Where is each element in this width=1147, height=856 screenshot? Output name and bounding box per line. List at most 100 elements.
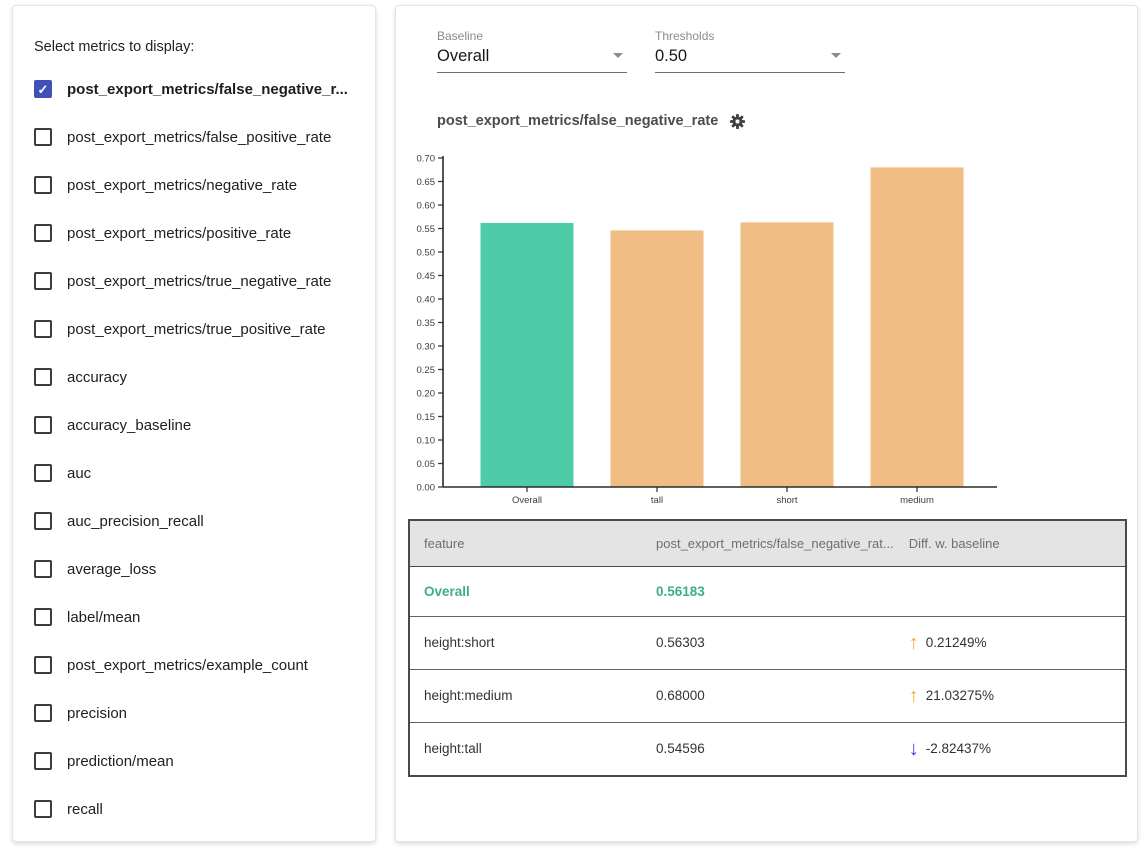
- diff-cell: ↑0.21249%: [895, 616, 1126, 669]
- y-axis-tick-label: 0.50: [417, 248, 436, 259]
- metrics-list: ✓ post_export_metrics/false_negative_r...…: [13, 65, 375, 833]
- metric-item-prediction-mean[interactable]: prediction/mean: [13, 737, 375, 785]
- metric-value-cell: 0.56183: [642, 566, 895, 616]
- checkbox-unchecked-icon[interactable]: [34, 800, 52, 818]
- metric-item-post-export-metrics-true-negative-rate[interactable]: post_export_metrics/true_negative_rate: [13, 257, 375, 305]
- checkbox-unchecked-icon[interactable]: [34, 512, 52, 530]
- baseline-dropdown[interactable]: Baseline Overall: [437, 29, 627, 73]
- baseline-value[interactable]: Overall: [437, 47, 489, 66]
- checkbox-unchecked-icon[interactable]: [34, 176, 52, 194]
- diff-value: 21.03275%: [926, 688, 994, 703]
- checkbox-unchecked-icon[interactable]: [34, 416, 52, 434]
- metric-item-label: post_export_metrics/true_positive_rate: [67, 321, 325, 338]
- metric-item-label: auc: [67, 465, 91, 482]
- metric-item-label: post_export_metrics/example_count: [67, 657, 308, 674]
- bar-medium[interactable]: [871, 167, 964, 487]
- checkbox-unchecked-icon[interactable]: [34, 224, 52, 242]
- metric-item-average-loss[interactable]: average_loss: [13, 545, 375, 593]
- metric-item-label: post_export_metrics/negative_rate: [67, 177, 297, 194]
- bar-tall[interactable]: [611, 230, 704, 487]
- metric-selector-title: Select metrics to display:: [34, 39, 375, 55]
- feature-cell: height:medium: [409, 669, 642, 722]
- feature-cell: Overall: [409, 566, 642, 616]
- metric-item-precision[interactable]: precision: [13, 689, 375, 737]
- metric-item-label: average_loss: [67, 561, 156, 578]
- y-axis-tick-label: 0.05: [417, 459, 436, 470]
- metric-item-post-export-metrics-example-count[interactable]: post_export_metrics/example_count: [13, 641, 375, 689]
- y-axis-tick-label: 0.70: [417, 154, 436, 165]
- table-row-height-tall: height:tall0.54596↓-2.82437%: [409, 722, 1126, 776]
- x-axis-tick-label: short: [776, 495, 797, 504]
- y-axis-tick-label: 0.55: [417, 224, 436, 235]
- chevron-down-icon[interactable]: [831, 53, 841, 58]
- metric-item-post-export-metrics-true-positive-rate[interactable]: post_export_metrics/true_positive_rate: [13, 305, 375, 353]
- checkbox-checked-icon[interactable]: ✓: [34, 80, 52, 98]
- chart-title: post_export_metrics/false_negative_rate: [437, 113, 718, 129]
- metric-item-label: post_export_metrics/false_positive_rate: [67, 129, 331, 146]
- x-axis-tick-label: medium: [900, 495, 934, 504]
- controls-row: Baseline Overall Thresholds 0.50: [437, 29, 1137, 73]
- checkbox-unchecked-icon[interactable]: [34, 128, 52, 146]
- metric-item-accuracy[interactable]: accuracy: [13, 353, 375, 401]
- metric-item-post-export-metrics-false-positive-rate[interactable]: post_export_metrics/false_positive_rate: [13, 113, 375, 161]
- bar-overall[interactable]: [481, 223, 574, 487]
- up-arrow-icon: ↑: [909, 686, 919, 706]
- thresholds-dropdown[interactable]: Thresholds 0.50: [655, 29, 845, 73]
- metric-value-cell: 0.54596: [642, 722, 895, 776]
- metric-item-post-export-metrics-false-negative-r[interactable]: ✓ post_export_metrics/false_negative_r...: [13, 65, 375, 113]
- chevron-down-icon[interactable]: [613, 53, 623, 58]
- y-axis-tick-label: 0.65: [417, 177, 436, 188]
- y-axis-tick-label: 0.30: [417, 342, 436, 353]
- column-header-feature: feature: [409, 520, 642, 566]
- checkbox-unchecked-icon[interactable]: [34, 272, 52, 290]
- y-axis-tick-label: 0.60: [417, 201, 436, 212]
- checkbox-unchecked-icon[interactable]: [34, 368, 52, 386]
- checkbox-unchecked-icon[interactable]: [34, 320, 52, 338]
- y-axis-tick-label: 0.25: [417, 365, 436, 376]
- metric-item-post-export-metrics-positive-rate[interactable]: post_export_metrics/positive_rate: [13, 209, 375, 257]
- table-row-height-medium: height:medium0.68000 ↑ 21.03275%: [409, 669, 1126, 722]
- column-header-diff: Diff. w. baseline: [895, 520, 1126, 566]
- bar-short[interactable]: [741, 222, 834, 487]
- checkbox-unchecked-icon[interactable]: [34, 752, 52, 770]
- diff-cell: ↑ 21.03275%: [895, 669, 1126, 722]
- metric-item-label: post_export_metrics/false_negative_r...: [67, 81, 348, 98]
- metric-item-auc-precision-recall[interactable]: auc_precision_recall: [13, 497, 375, 545]
- metric-item-recall[interactable]: recall: [13, 785, 375, 833]
- chart-settings-button[interactable]: [729, 113, 746, 130]
- y-axis-tick-label: 0.15: [417, 412, 436, 423]
- metric-item-auc[interactable]: auc: [13, 449, 375, 497]
- table-row-overall: Overall0.56183: [409, 566, 1126, 616]
- table-header-row: feature post_export_metrics/false_negati…: [409, 520, 1126, 566]
- diff-value: -2.82437%: [926, 741, 991, 756]
- chart-header: post_export_metrics/false_negative_rate: [437, 111, 1137, 131]
- metric-item-label: label/mean: [67, 609, 140, 626]
- metric-item-label: precision: [67, 705, 127, 722]
- checkbox-unchecked-icon[interactable]: [34, 560, 52, 578]
- y-axis-tick-label: 0.10: [417, 436, 436, 447]
- diff-cell: ↓-2.82437%: [895, 722, 1126, 776]
- metric-item-label: accuracy_baseline: [67, 417, 191, 434]
- x-axis-tick-label: tall: [651, 495, 663, 504]
- checkbox-unchecked-icon[interactable]: [34, 608, 52, 626]
- checkbox-unchecked-icon[interactable]: [34, 656, 52, 674]
- up-arrow-icon: ↑: [909, 633, 919, 653]
- metric-item-label-mean[interactable]: label/mean: [13, 593, 375, 641]
- y-axis-tick-label: 0.35: [417, 318, 436, 329]
- metric-item-accuracy-baseline[interactable]: accuracy_baseline: [13, 401, 375, 449]
- y-axis-tick-label: 0.40: [417, 295, 436, 306]
- x-axis-tick-label: Overall: [512, 495, 542, 504]
- metric-item-label: post_export_metrics/positive_rate: [67, 225, 291, 242]
- metric-value-cell: 0.68000: [642, 669, 895, 722]
- checkbox-unchecked-icon[interactable]: [34, 464, 52, 482]
- gear-icon[interactable]: [729, 113, 746, 130]
- thresholds-value[interactable]: 0.50: [655, 47, 687, 66]
- checkbox-unchecked-icon[interactable]: [34, 704, 52, 722]
- table-body: Overall0.56183height:short0.56303↑0.2124…: [409, 566, 1126, 776]
- column-header-metric: post_export_metrics/false_negative_rat..…: [642, 520, 895, 566]
- metric-item-label: accuracy: [67, 369, 127, 386]
- metric-item-post-export-metrics-negative-rate[interactable]: post_export_metrics/negative_rate: [13, 161, 375, 209]
- thresholds-label: Thresholds: [655, 29, 845, 43]
- diff-cell: [895, 566, 1126, 616]
- metric-value-cell: 0.56303: [642, 616, 895, 669]
